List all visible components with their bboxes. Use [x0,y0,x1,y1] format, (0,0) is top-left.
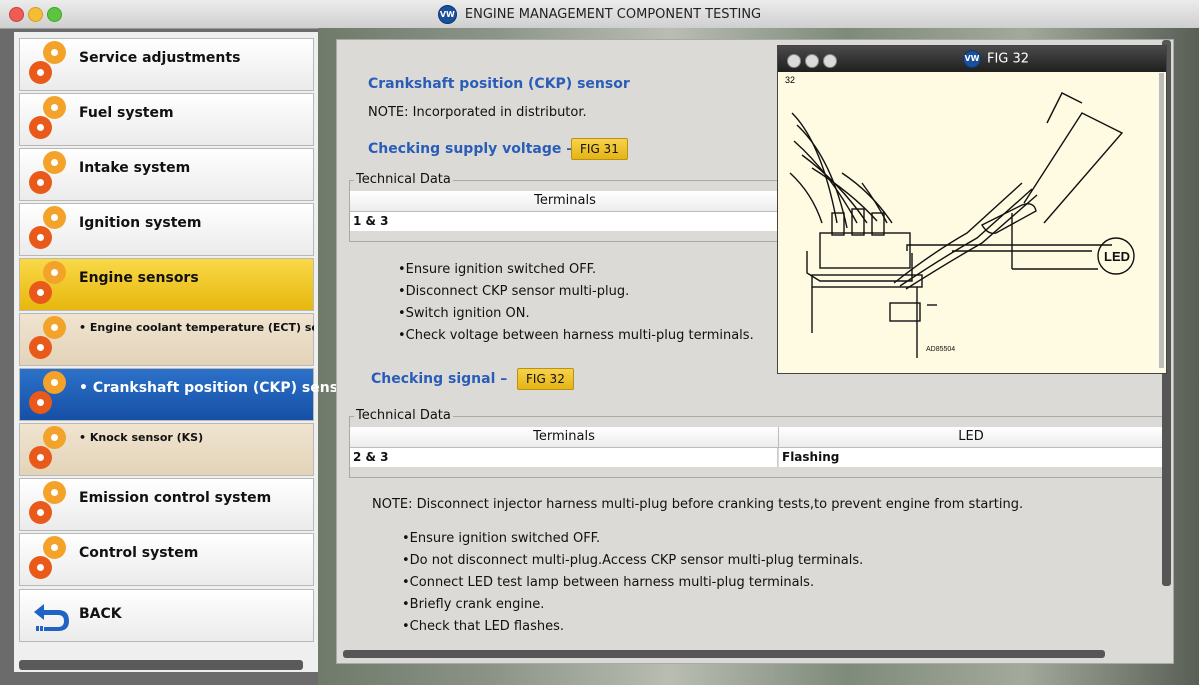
sidebar-item-intake-system[interactable]: Intake system [19,148,314,201]
sidebar-horizontal-scrollbar[interactable] [19,660,303,670]
figure-window: VW FIG 32 32 LED AD85504 [777,45,1167,374]
sidebar-item-label: Engine sensors [79,270,199,286]
bullet-list-checking-signal: Ensure ignition switched OFF. Do not dis… [402,528,864,638]
content-horizontal-scrollbar[interactable] [343,650,1105,658]
gears-icon [26,207,76,255]
gears-icon [26,427,76,475]
sidebar-item-engine-sensors[interactable]: Engine sensors [19,258,314,311]
gears-icon [26,317,76,365]
sidebar-subitem-knock-sensor[interactable]: • Knock sensor (KS) [19,423,314,476]
sidebar-item-emission-control[interactable]: Emission control system [19,478,314,531]
sidebar-item-label: Service adjustments [79,50,241,66]
back-button[interactable]: BACK [19,589,314,642]
sidebar-item-label: Emission control system [79,490,272,506]
led-label: LED [1104,249,1130,264]
sidebar-item-label: • Knock sensor (KS) [79,431,204,444]
sidebar-item-label: Fuel system [79,105,174,121]
gears-icon [26,482,76,530]
figure-window-titlebar[interactable]: VW FIG 32 [778,46,1166,72]
gears-icon [26,97,76,145]
sidebar-item-label: Ignition system [79,215,202,231]
technical-data-legend: Technical Data [354,408,453,423]
sidebar-item-control-system[interactable]: Control system [19,533,314,586]
ckp-sensor-wiring-diagram: 32 LED AD85504 [785,75,1135,358]
window-title: ENGINE MANAGEMENT COMPONENT TESTING [464,7,762,22]
list-item: Connect LED test lamp between harness mu… [402,572,863,594]
figure-number: 32 [785,75,795,85]
table-cell-led: Flashing [779,448,1163,467]
sidebar-item-label: Control system [79,545,199,561]
sidebar-item-fuel-system[interactable]: Fuel system [19,93,314,146]
fig-31-button[interactable]: FIG 31 [571,138,628,160]
window-titlebar: VW ENGINE MANAGEMENT COMPONENT TESTING [0,0,1199,29]
sidebar-item-label: • Engine coolant temperature (ECT) senso [79,321,314,334]
gears-icon [26,262,76,310]
figure-minimize-button[interactable] [805,54,819,68]
sidebar-subitem-ckp-sensor[interactable]: • Crankshaft position (CKP) sensor [19,368,355,421]
sidebar: Service adjustments Fuel system Intake s… [14,32,355,672]
figure-ref-code: AD85504 [926,346,955,353]
list-item: Ensure ignition switched OFF. [402,528,863,550]
table-header-led: LED [779,427,1163,448]
list-item: Disconnect CKP sensor multi-plug. [398,281,754,303]
sidebar-item-label: BACK [79,606,122,622]
note-disconnect-injector: NOTE: Disconnect injector harness multi-… [372,497,1024,512]
figure-close-button[interactable] [787,54,801,68]
section-heading-checking-signal: Checking signal – [371,371,508,387]
figure-zoom-button[interactable] [823,54,837,68]
technical-data-box-2: Technical Data Terminals LED 2 & 3 Flash… [349,408,1164,478]
list-item: Do not disconnect multi-plug.Access CKP … [402,550,864,572]
figure-vertical-scrollbar[interactable] [1159,73,1164,368]
sidebar-item-label: Intake system [79,160,191,176]
sidebar-item-service-adjustments[interactable]: Service adjustments [19,38,314,91]
gears-icon [26,42,76,90]
vw-logo-icon: VW [963,50,981,68]
gears-icon [26,372,76,420]
table-header-terminals: Terminals [350,427,779,448]
list-item: Check voltage between harness multi-plug… [398,325,754,347]
gears-icon [26,152,76,200]
vw-logo-icon: VW [437,5,457,24]
window-title-wrap: VW ENGINE MANAGEMENT COMPONENT TESTING [0,5,1199,24]
figure-image: 32 LED AD85504 [782,73,1160,368]
back-arrow-icon [34,604,69,631]
list-item: Ensure ignition switched OFF. [398,259,754,281]
list-item: Check that LED flashes. [402,616,863,638]
gears-icon [26,537,76,585]
technical-data-legend: Technical Data [354,172,453,187]
sidebar-item-ignition-system[interactable]: Ignition system [19,203,314,256]
figure-window-title: FIG 32 [987,51,1030,67]
fig-32-button[interactable]: FIG 32 [517,368,574,390]
bullet-list-supply-voltage: Ensure ignition switched OFF. Disconnect… [398,259,754,347]
note-incorporated: NOTE: Incorporated in distributor. [368,105,587,120]
table-cell-terminals: 2 & 3 [350,448,778,467]
sidebar-item-label: • Crankshaft position (CKP) sensor [79,380,355,396]
list-item: Switch ignition ON. [398,303,754,325]
page-title: Crankshaft position (CKP) sensor [368,76,630,92]
sidebar-subitem-ect-sensor[interactable]: • Engine coolant temperature (ECT) senso [19,313,314,366]
section-heading-supply-voltage: Checking supply voltage – [368,141,574,157]
figure-window-title-wrap: VW FIG 32 [963,50,1029,68]
table-header-terminals: Terminals [350,191,781,212]
list-item: Briefly crank engine. [402,594,863,616]
table-cell-terminals: 1 & 3 [350,212,780,231]
